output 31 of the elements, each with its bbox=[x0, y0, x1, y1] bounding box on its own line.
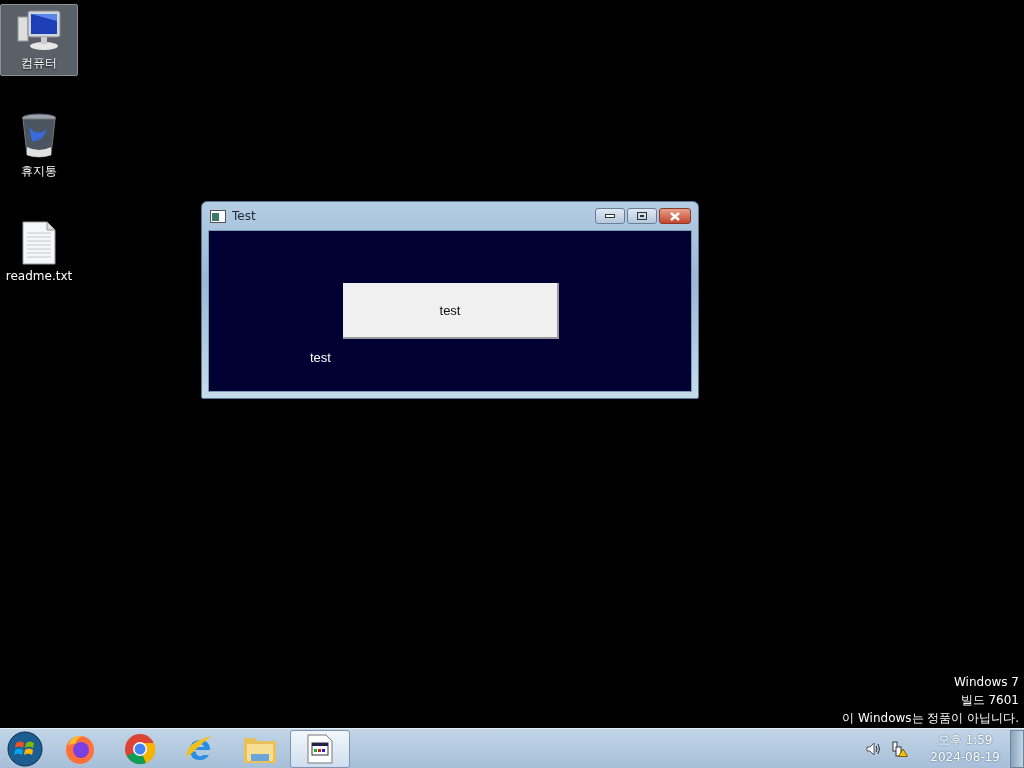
minimize-icon bbox=[605, 214, 615, 218]
window-title: Test bbox=[232, 209, 257, 223]
icon-label: 휴지통 bbox=[21, 163, 57, 180]
activation-notice: 이 Windows는 정품이 아닙니다. bbox=[842, 710, 1019, 727]
desktop-icon[interactable]: 컴퓨터 bbox=[0, 4, 78, 76]
program-window-icon bbox=[307, 733, 333, 764]
clock-time: 오후 1:59 bbox=[937, 731, 993, 749]
maximize-icon bbox=[637, 212, 647, 220]
taskbar-app-button[interactable] bbox=[290, 729, 350, 768]
network-warning-icon[interactable] bbox=[892, 740, 909, 757]
chrome-icon bbox=[124, 732, 156, 765]
desktop-icon[interactable]: readme.txt bbox=[0, 216, 78, 287]
maximize-button[interactable] bbox=[627, 208, 657, 224]
computer-icon bbox=[16, 9, 62, 51]
desktop-icon[interactable]: 휴지통 bbox=[0, 108, 78, 184]
close-icon bbox=[670, 211, 680, 221]
clock-date: 2024-08-19 bbox=[930, 748, 1000, 766]
trash-bin-icon bbox=[20, 113, 58, 159]
icon-label: readme.txt bbox=[5, 269, 73, 283]
activation-notice: Windows 7 bbox=[954, 674, 1019, 691]
text-label: test bbox=[310, 350, 332, 365]
document-icon bbox=[22, 221, 56, 265]
minimize-button[interactable] bbox=[595, 208, 625, 224]
icon-label: 컴퓨터 bbox=[21, 55, 57, 72]
show-desktop-button[interactable] bbox=[1010, 729, 1024, 768]
speaker-icon[interactable] bbox=[866, 741, 883, 756]
test-button[interactable]: test bbox=[343, 283, 559, 339]
activation-notice: 빌드 7601 bbox=[960, 692, 1019, 709]
window-app-icon bbox=[210, 209, 226, 223]
start-orb-icon[interactable] bbox=[7, 730, 43, 767]
close-button[interactable] bbox=[659, 208, 691, 224]
